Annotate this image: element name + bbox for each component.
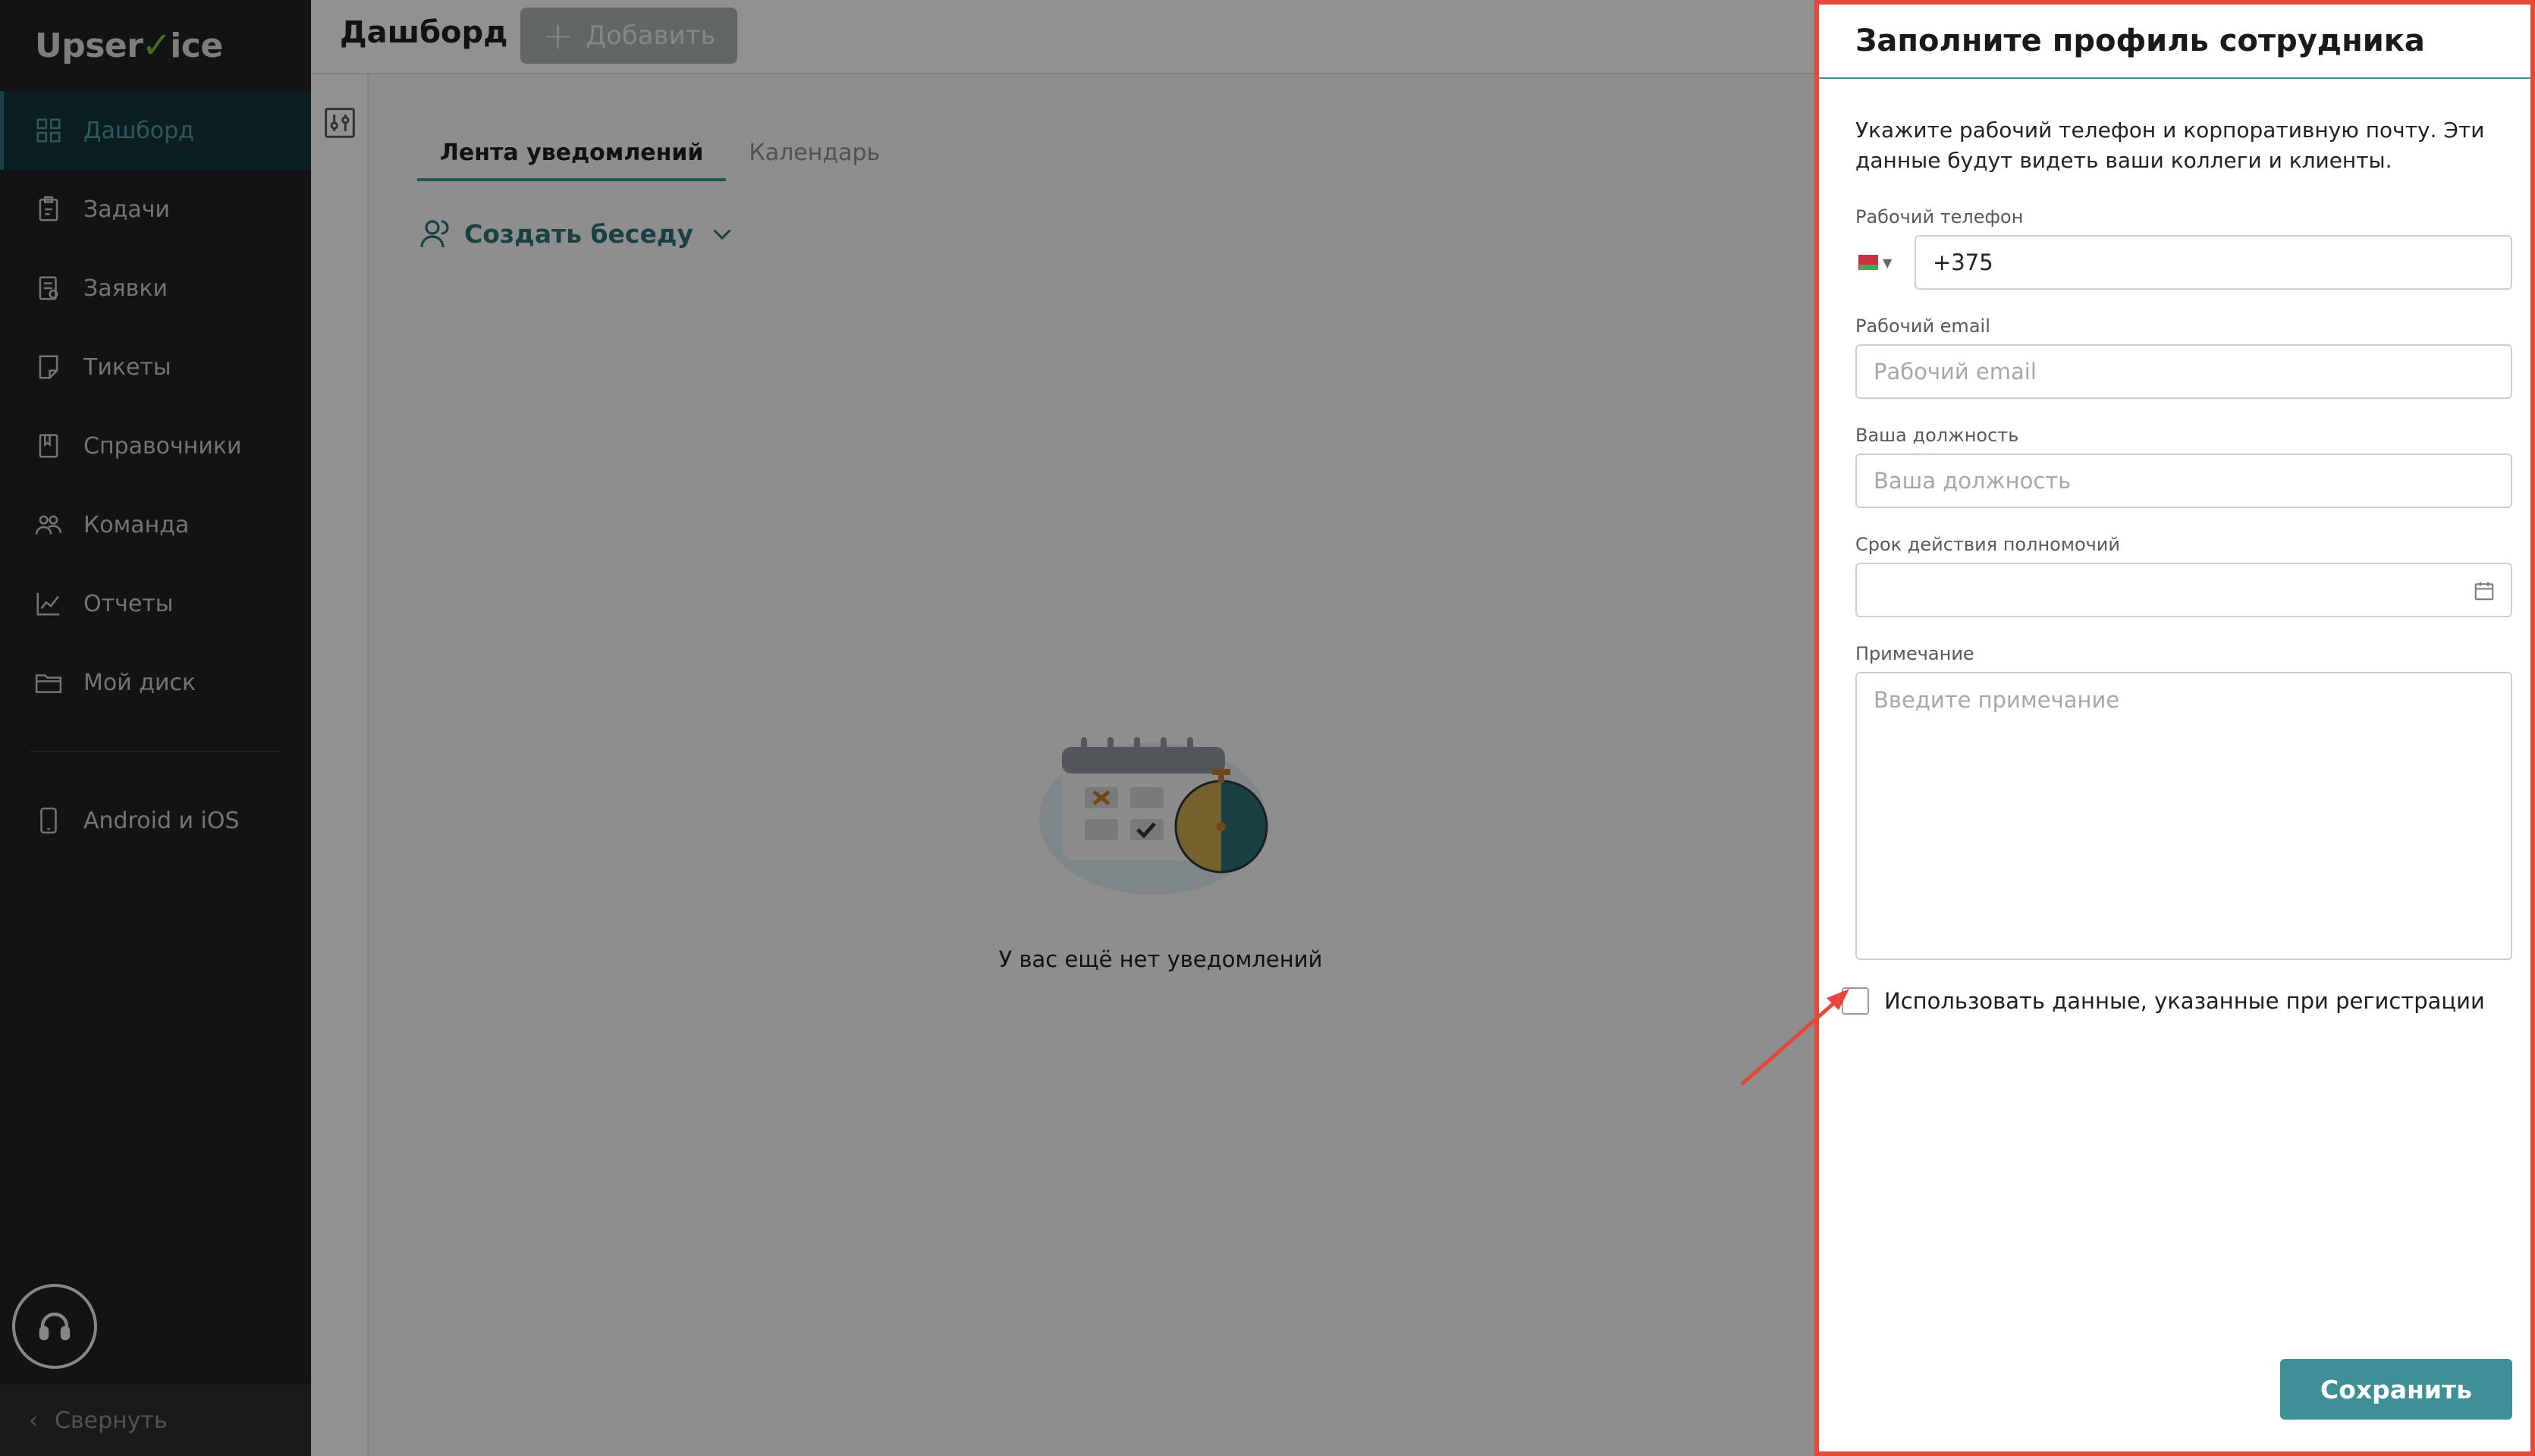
use-registration-data-label: Использовать данные, указанные при регис… <box>1884 988 2485 1014</box>
caret-down-icon: ▼ <box>1883 255 1893 270</box>
save-button[interactable]: Сохранить <box>2280 1359 2512 1420</box>
authority-period-label: Срок действия полномочий <box>1855 534 2120 555</box>
note-label: Примечание <box>1855 643 1974 664</box>
sidebar-item-label: Задачи <box>83 196 170 223</box>
sidebar-item-label: Справочники <box>83 432 242 460</box>
chevron-down-icon <box>713 229 731 240</box>
task-clipboard-icon <box>33 194 64 224</box>
support-headset-button[interactable] <box>12 1284 97 1369</box>
ticket-note-icon <box>33 352 64 382</box>
sidebar-item-mobile-apps[interactable]: Android и iOS <box>0 781 311 860</box>
sidebar-item-reports[interactable]: Отчеты <box>0 564 311 643</box>
email-label: Рабочий email <box>1855 315 1990 337</box>
headset-icon <box>39 1312 71 1341</box>
sidebar-item-directories[interactable]: Справочники <box>0 406 311 485</box>
app-logo[interactable]: Upser ✓ ice <box>35 23 223 68</box>
collapse-sidebar-button[interactable]: ‹ Свернуть <box>0 1385 311 1456</box>
dashboard-tabs: Лента уведомлений Календарь <box>417 129 903 181</box>
book-icon <box>33 431 64 461</box>
folder-icon <box>33 667 64 698</box>
sidebar-item-label: Android и iOS <box>83 807 240 834</box>
drawer-intro-text: Укажите рабочий телефон и корпоративную … <box>1855 118 2485 173</box>
sidebar-item-dashboard[interactable]: Дашборд <box>0 91 311 170</box>
dashboard-grid-icon <box>33 115 64 146</box>
country-code-select[interactable]: ▼ <box>1855 235 1915 290</box>
chart-line-icon <box>33 588 64 619</box>
sidebar-item-label: Тикеты <box>83 353 171 381</box>
phone-row: ▼ <box>1855 235 2512 290</box>
logo-text-right: ice <box>170 26 223 65</box>
tab-notifications-feed[interactable]: Лента уведомлений <box>417 129 727 181</box>
user-group-icon <box>420 220 449 248</box>
app-root: Upser ✓ ice Дашборд Задачи Заявки Тикеты… <box>0 0 2535 1456</box>
sidebar-item-label: Заявки <box>83 275 168 302</box>
requests-doc-icon <box>33 273 64 303</box>
team-icon <box>33 510 64 540</box>
drawer-form: Укажите рабочий телефон и корпоративную … <box>1842 115 2512 1015</box>
calendar-icon[interactable] <box>2473 579 2496 602</box>
sidebar-item-requests[interactable]: Заявки <box>0 249 311 328</box>
use-registration-data-row[interactable]: Использовать данные, указанные при регис… <box>1842 987 2512 1015</box>
create-conversation-button[interactable]: Создать беседу <box>417 215 736 252</box>
empty-notifications-text: У вас ещё нет уведомлений <box>998 946 1323 972</box>
email-input[interactable] <box>1855 344 2512 399</box>
note-textarea[interactable] <box>1855 672 2512 960</box>
logo-check: ✓ <box>141 24 172 67</box>
belarus-flag-icon <box>1855 255 1878 270</box>
authority-period-field <box>1855 563 2512 617</box>
position-input[interactable] <box>1855 453 2512 508</box>
logo-text-left: Upser <box>35 26 143 65</box>
sidebar: Upser ✓ ice Дашборд Задачи Заявки Тикеты… <box>0 0 311 1456</box>
phone-icon <box>33 805 64 836</box>
empty-calendar-illustration <box>1039 737 1268 895</box>
phone-input[interactable] <box>1915 235 2512 290</box>
annotation-arrow-icon <box>1740 989 1849 1086</box>
add-button-label: Добавить <box>586 20 716 51</box>
add-button[interactable]: + Добавить <box>520 8 737 64</box>
sidebar-nav: Дашборд Задачи Заявки Тикеты Справочники… <box>0 91 311 860</box>
sidebar-item-team[interactable]: Команда <box>0 485 311 564</box>
plus-icon: + <box>542 14 574 58</box>
sidebar-item-label: Команда <box>83 511 190 538</box>
employee-profile-drawer: Заполните профиль сотрудника Укажите раб… <box>1814 0 2535 1456</box>
filter-settings-icon[interactable] <box>323 106 357 140</box>
sidebar-divider <box>30 751 281 752</box>
sidebar-item-tasks[interactable]: Задачи <box>0 170 311 249</box>
tab-calendar[interactable]: Календарь <box>726 129 903 181</box>
chevron-left-icon: ‹ <box>29 1407 38 1434</box>
create-conversation-label: Создать беседу <box>464 218 693 249</box>
collapse-label: Свернуть <box>55 1407 168 1434</box>
sidebar-item-label: Отчеты <box>83 590 174 617</box>
authority-period-input[interactable] <box>1855 563 2512 617</box>
drawer-title: Заполните профиль сотрудника <box>1819 5 2530 79</box>
filters-strip <box>311 74 369 1456</box>
phone-label: Рабочий телефон <box>1855 206 2024 228</box>
sidebar-item-my-disk[interactable]: Мой диск <box>0 643 311 722</box>
sidebar-item-tickets[interactable]: Тикеты <box>0 328 311 406</box>
position-label: Ваша должность <box>1855 425 2019 446</box>
sidebar-item-label: Дашборд <box>83 117 194 144</box>
page-title: Дашборд <box>340 15 508 50</box>
sidebar-item-label: Мой диск <box>83 669 196 696</box>
